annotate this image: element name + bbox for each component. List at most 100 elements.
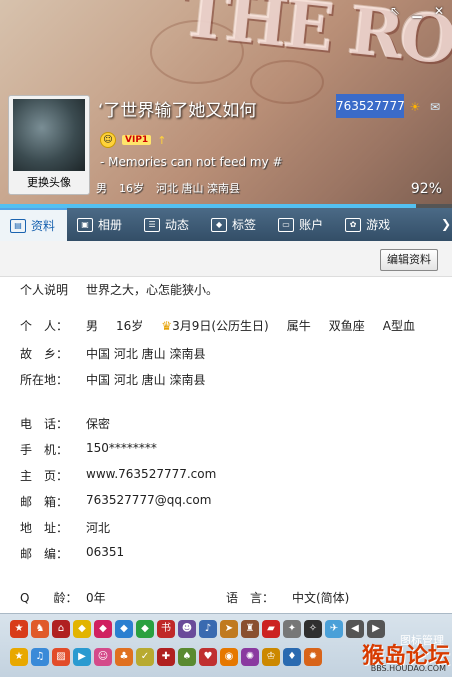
tab-profile[interactable]: ▤ 资料 (0, 208, 68, 241)
status-row: ☺ VIP1 ↑ (100, 132, 166, 148)
feed-icon: ☰ (144, 217, 161, 232)
content-toolbar: 编辑资料 (0, 241, 452, 277)
banner-swirl (250, 60, 324, 104)
skin-icon[interactable]: ⇖ (388, 4, 402, 18)
zip-label: 邮 编： (20, 547, 69, 561)
email-link[interactable]: 763527777@qq.com (86, 493, 211, 510)
game-icon: ✿ (345, 217, 362, 232)
qzone-icon[interactable]: ★ (10, 620, 28, 638)
location: 河北 唐山 滦南县 (156, 182, 240, 195)
profile-header: THE ROSE ⇖ ▁ ✕ 更换头像 ‘了世界输了她又如何 763527777… (0, 0, 452, 208)
mail-icon[interactable]: ✉ (428, 100, 442, 114)
crown-icon: ♛ (161, 319, 173, 333)
diamond-blue-icon[interactable]: ◆ (115, 620, 133, 638)
close-icon[interactable]: ✕ (432, 4, 446, 18)
level-icon[interactable]: ☀ (408, 100, 422, 114)
bird-icon[interactable]: ✈ (325, 620, 343, 638)
person-row: 个 人： 男 16岁 ♛3月9日(公历生日) 属牛 双鱼座 A型血 (20, 317, 415, 334)
signature[interactable]: - Memories can not feed my # (100, 155, 283, 169)
music-icon[interactable]: ♫ (31, 648, 49, 666)
nickname: ‘了世界输了她又如何 (98, 101, 257, 121)
minimize-icon[interactable]: ▁ (410, 4, 424, 18)
qage-value: 0年 (86, 591, 106, 605)
tab-scroll-right-icon[interactable]: ❯ (440, 208, 452, 241)
diamond-red-icon[interactable]: ◆ (94, 620, 112, 638)
bar-prev-icon[interactable]: ◀ (346, 620, 364, 638)
address-label: 地 址： (20, 521, 69, 535)
sword-icon[interactable]: ✧ (304, 620, 322, 638)
language-row: 语 言： 中文(简体) (226, 589, 349, 606)
book-icon[interactable]: 书 (157, 620, 175, 638)
tiger-icon[interactable]: ♣ (115, 648, 133, 666)
diamond-green-icon[interactable]: ◆ (136, 620, 154, 638)
person-zodiac: 属牛 (286, 319, 311, 333)
window-controls: ⇖ ▁ ✕ (388, 4, 446, 18)
qq-number[interactable]: 763527777 (336, 94, 405, 118)
person-star: 双鱼座 (328, 319, 365, 333)
farm-icon[interactable]: ♠ (178, 648, 196, 666)
pet-icon[interactable]: ♞ (31, 620, 49, 638)
fish-icon[interactable]: ◉ (220, 648, 238, 666)
dance-icon[interactable]: ♪ (199, 620, 217, 638)
bar-next-icon[interactable]: ▶ (367, 620, 385, 638)
home-icon[interactable]: ⌂ (52, 620, 70, 638)
watermark-url: BBS.HOUDAO.COM (370, 664, 446, 673)
person-age: 16岁 (116, 319, 144, 333)
email-row: 邮 箱： 763527777@qq.com (20, 493, 211, 510)
gun-icon[interactable]: ✦ (283, 620, 301, 638)
tab-label: 账户 (299, 218, 324, 232)
tab-label: 动态 (165, 218, 190, 232)
photo-icon[interactable]: ▨ (52, 648, 70, 666)
trophy-icon[interactable]: ♔ (262, 648, 280, 666)
age: 16岁 (119, 182, 144, 195)
hometown-label: 故 乡： (20, 347, 69, 361)
speed-icon[interactable]: ➤ (220, 620, 238, 638)
app-icon-bar: ★ ♞ ⌂ ◆ ◆ ◆ ◆ 书 ☻ ♪ ➤ ♜ ▰ ✦ ✧ ✈ ◀ ▶ ★ ♫ … (0, 613, 452, 677)
avatar[interactable] (13, 99, 85, 171)
account-icon: ▭ (278, 217, 295, 232)
address-row: 地 址： 河北 (20, 519, 110, 536)
intro-row: 个人说明 世界之大，心怎能狭小。 (20, 281, 218, 298)
gift-icon[interactable]: ✚ (157, 648, 175, 666)
profile-content: 编辑资料 个人说明 世界之大，心怎能狭小。 个 人： 男 16岁 ♛3月9日(公… (0, 241, 452, 613)
phone-row: 电 话： 保密 (20, 415, 110, 432)
tab-games[interactable]: ✿ 游戏 (335, 208, 402, 241)
homepage-link[interactable]: www.763527777.com (86, 467, 216, 484)
diamond-yellow-icon[interactable]: ◆ (73, 620, 91, 638)
cards-icon[interactable]: ♦ (283, 648, 301, 666)
fire-icon[interactable]: ✹ (304, 648, 322, 666)
email-label: 邮 箱： (20, 495, 69, 509)
tab-feed[interactable]: ☰ 动态 (134, 208, 201, 241)
video-icon[interactable]: ▶ (73, 648, 91, 666)
qage-row: Q 龄： 0年 (20, 589, 106, 606)
album-icon: ▣ (77, 217, 94, 232)
phone-value: 保密 (86, 417, 111, 431)
avatar-panel: 更换头像 (8, 95, 90, 195)
vip-badge[interactable]: VIP1 (122, 135, 152, 145)
address-value: 河北 (86, 521, 111, 535)
qage-label: Q 龄： (20, 591, 78, 605)
star-icon[interactable]: ★ (10, 648, 28, 666)
gender: 男 (96, 182, 107, 195)
tab-album[interactable]: ▣ 相册 (67, 208, 134, 241)
magic-icon[interactable]: ✺ (241, 648, 259, 666)
language-value: 中文(简体) (292, 591, 350, 605)
check-icon[interactable]: ✓ (136, 648, 154, 666)
language-label: 语 言： (226, 591, 275, 605)
castle-icon[interactable]: ♜ (241, 620, 259, 638)
profile-icon: ▤ (10, 218, 26, 233)
kid-icon[interactable]: ☺ (94, 648, 112, 666)
change-avatar-button[interactable]: 更换头像 (9, 174, 89, 190)
upgrade-arrow-icon: ↑ (157, 133, 167, 147)
mobile-value: 150******** (86, 441, 157, 455)
car-icon[interactable]: ▰ (262, 620, 280, 638)
game-character-icon[interactable]: ☻ (178, 620, 196, 638)
residence-row: 所在地： 中国 河北 唐山 滦南县 (20, 371, 205, 388)
smiley-icon[interactable]: ☺ (100, 132, 116, 148)
completion-percent: 92% (410, 181, 442, 197)
heart-icon[interactable]: ♥ (199, 648, 217, 666)
tab-account[interactable]: ▭ 账户 (268, 208, 335, 241)
edit-profile-button[interactable]: 编辑资料 (380, 249, 438, 271)
tab-tags[interactable]: ◆ 标签 (201, 208, 268, 241)
person-birthday: 3月9日(公历生日) (172, 319, 269, 333)
